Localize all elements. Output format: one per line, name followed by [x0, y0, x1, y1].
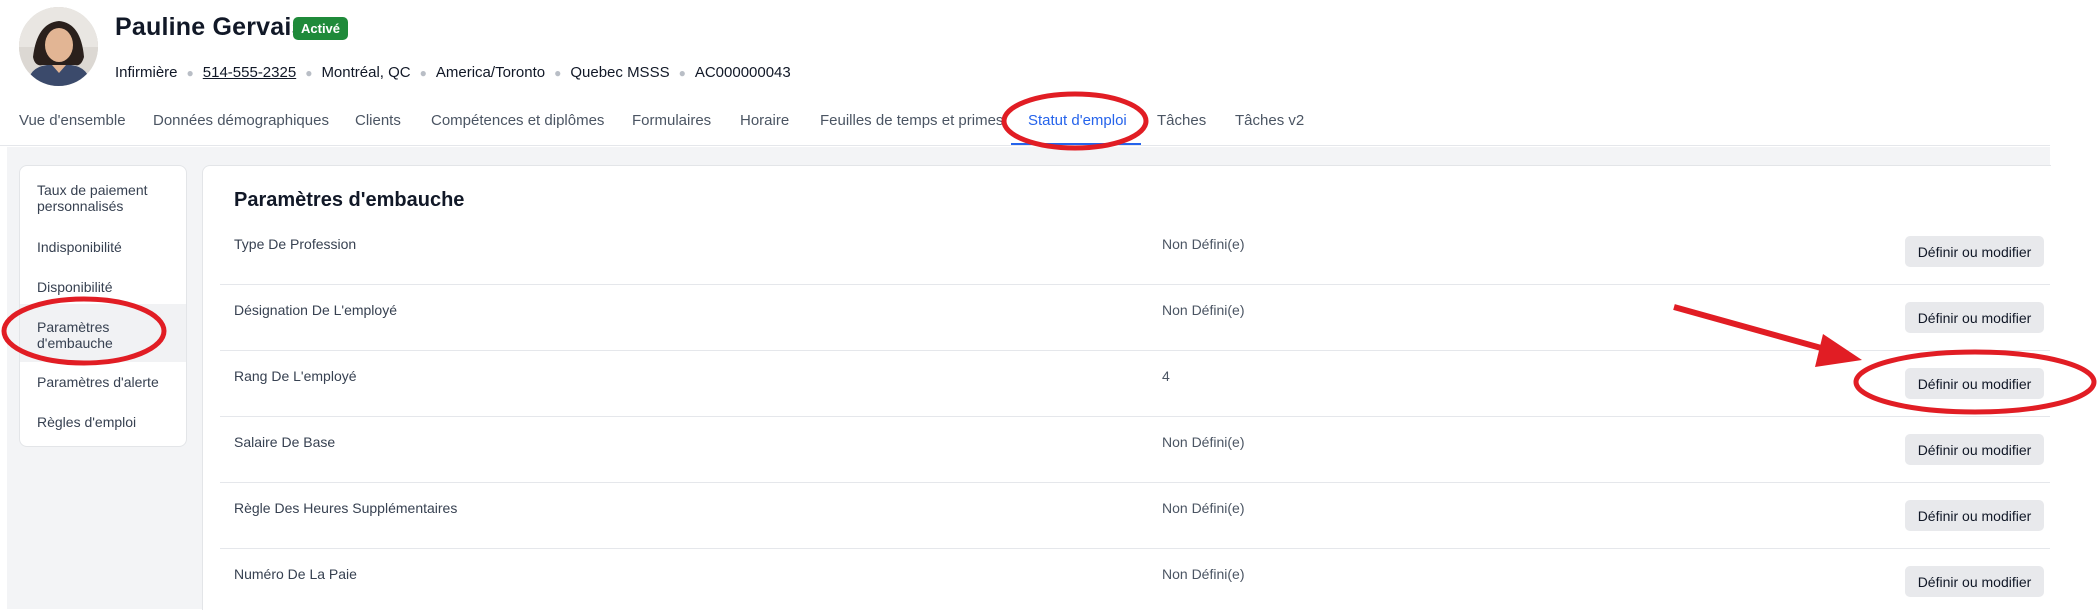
row-value-employee-designation: Non Défini(e): [1162, 302, 1245, 318]
row-label-base-salary: Salaire De Base: [234, 434, 336, 450]
row-value-profession-type: Non Défini(e): [1162, 236, 1245, 252]
row-label-payroll-number: Numéro De La Paie: [234, 566, 357, 582]
separator-dot: ●: [305, 65, 313, 80]
edit-base-salary-button[interactable]: Définir ou modifier: [1905, 434, 2044, 465]
profile-organization: Quebec MSSS: [570, 64, 670, 81]
row-value-payroll-number: Non Défini(e): [1162, 566, 1245, 582]
row-divider: [220, 548, 2050, 549]
separator-dot: ●: [419, 65, 427, 80]
profile-city: Montréal, QC: [321, 64, 411, 81]
separator-dot: ●: [186, 65, 194, 80]
tab-tasks[interactable]: Tâches: [1157, 112, 1206, 129]
profile-timezone: America/Toronto: [435, 64, 546, 81]
profile-meta: Infirmière ● 514-555-2325 ● Montréal, QC…: [115, 64, 791, 81]
row-divider: [220, 416, 2050, 417]
tab-employment-status[interactable]: Statut d'emploi: [1028, 112, 1127, 129]
status-badge: Activé: [293, 17, 349, 40]
tab-skills[interactable]: Compétences et diplômes: [431, 112, 604, 129]
section-title: Paramètres d'embauche: [234, 189, 465, 211]
settings-sidebar: Taux de paiement personnalisés Indisponi…: [19, 165, 187, 447]
edit-profession-type-button[interactable]: Définir ou modifier: [1905, 236, 2044, 267]
separator-dot: ●: [678, 65, 686, 80]
row-divider: [220, 284, 2050, 285]
row-label-employee-designation: Désignation De L'employé: [234, 302, 397, 318]
tab-schedule[interactable]: Horaire: [740, 112, 789, 129]
row-label-overtime-rule: Règle Des Heures Supplémentaires: [234, 500, 458, 516]
sidebar-item-unavailability[interactable]: Indisponibilité: [37, 239, 177, 255]
sidebar-item-hiring-settings[interactable]: Paramètres d'embauche: [37, 319, 147, 351]
tab-bar: Vue d'ensemble Données démographiques Cl…: [0, 97, 2050, 146]
profile-id: AC000000043: [694, 64, 791, 81]
active-tab-indicator: [1011, 143, 1141, 145]
avatar: [19, 7, 98, 86]
row-value-employee-rank: 4: [1162, 368, 1170, 384]
tab-forms[interactable]: Formulaires: [632, 112, 711, 129]
edit-employee-rank-button[interactable]: Définir ou modifier: [1905, 368, 2044, 399]
row-divider: [220, 482, 2050, 483]
tab-timesheets[interactable]: Feuilles de temps et primes: [820, 112, 1003, 129]
sidebar-item-alert-settings[interactable]: Paramètres d'alerte: [37, 374, 177, 390]
profile-phone-link[interactable]: 514-555-2325: [203, 64, 296, 81]
tab-demographics[interactable]: Données démographiques: [153, 112, 329, 129]
separator-dot: ●: [554, 65, 562, 80]
tab-overview[interactable]: Vue d'ensemble: [19, 112, 126, 129]
tab-clients[interactable]: Clients: [355, 112, 401, 129]
sidebar-item-custom-pay-rates[interactable]: Taux de paiement personnalisés: [37, 182, 177, 214]
edit-employee-designation-button[interactable]: Définir ou modifier: [1905, 302, 2044, 333]
row-divider: [220, 350, 2050, 351]
row-label-profession-type: Type De Profession: [234, 236, 357, 252]
hiring-settings-panel: [202, 165, 2051, 610]
sidebar-item-employment-rules[interactable]: Règles d'emploi: [37, 414, 177, 430]
row-label-employee-rank: Rang De L'employé: [234, 368, 357, 384]
edit-payroll-number-button[interactable]: Définir ou modifier: [1905, 566, 2044, 597]
edit-overtime-rule-button[interactable]: Définir ou modifier: [1905, 500, 2044, 531]
row-value-overtime-rule: Non Défini(e): [1162, 500, 1245, 516]
profile-name: Pauline Gervais: [115, 13, 306, 41]
tab-tasks-v2[interactable]: Tâches v2: [1235, 112, 1304, 129]
profile-role: Infirmière: [115, 64, 178, 81]
row-value-base-salary: Non Défini(e): [1162, 434, 1245, 450]
sidebar-item-availability[interactable]: Disponibilité: [37, 279, 177, 295]
